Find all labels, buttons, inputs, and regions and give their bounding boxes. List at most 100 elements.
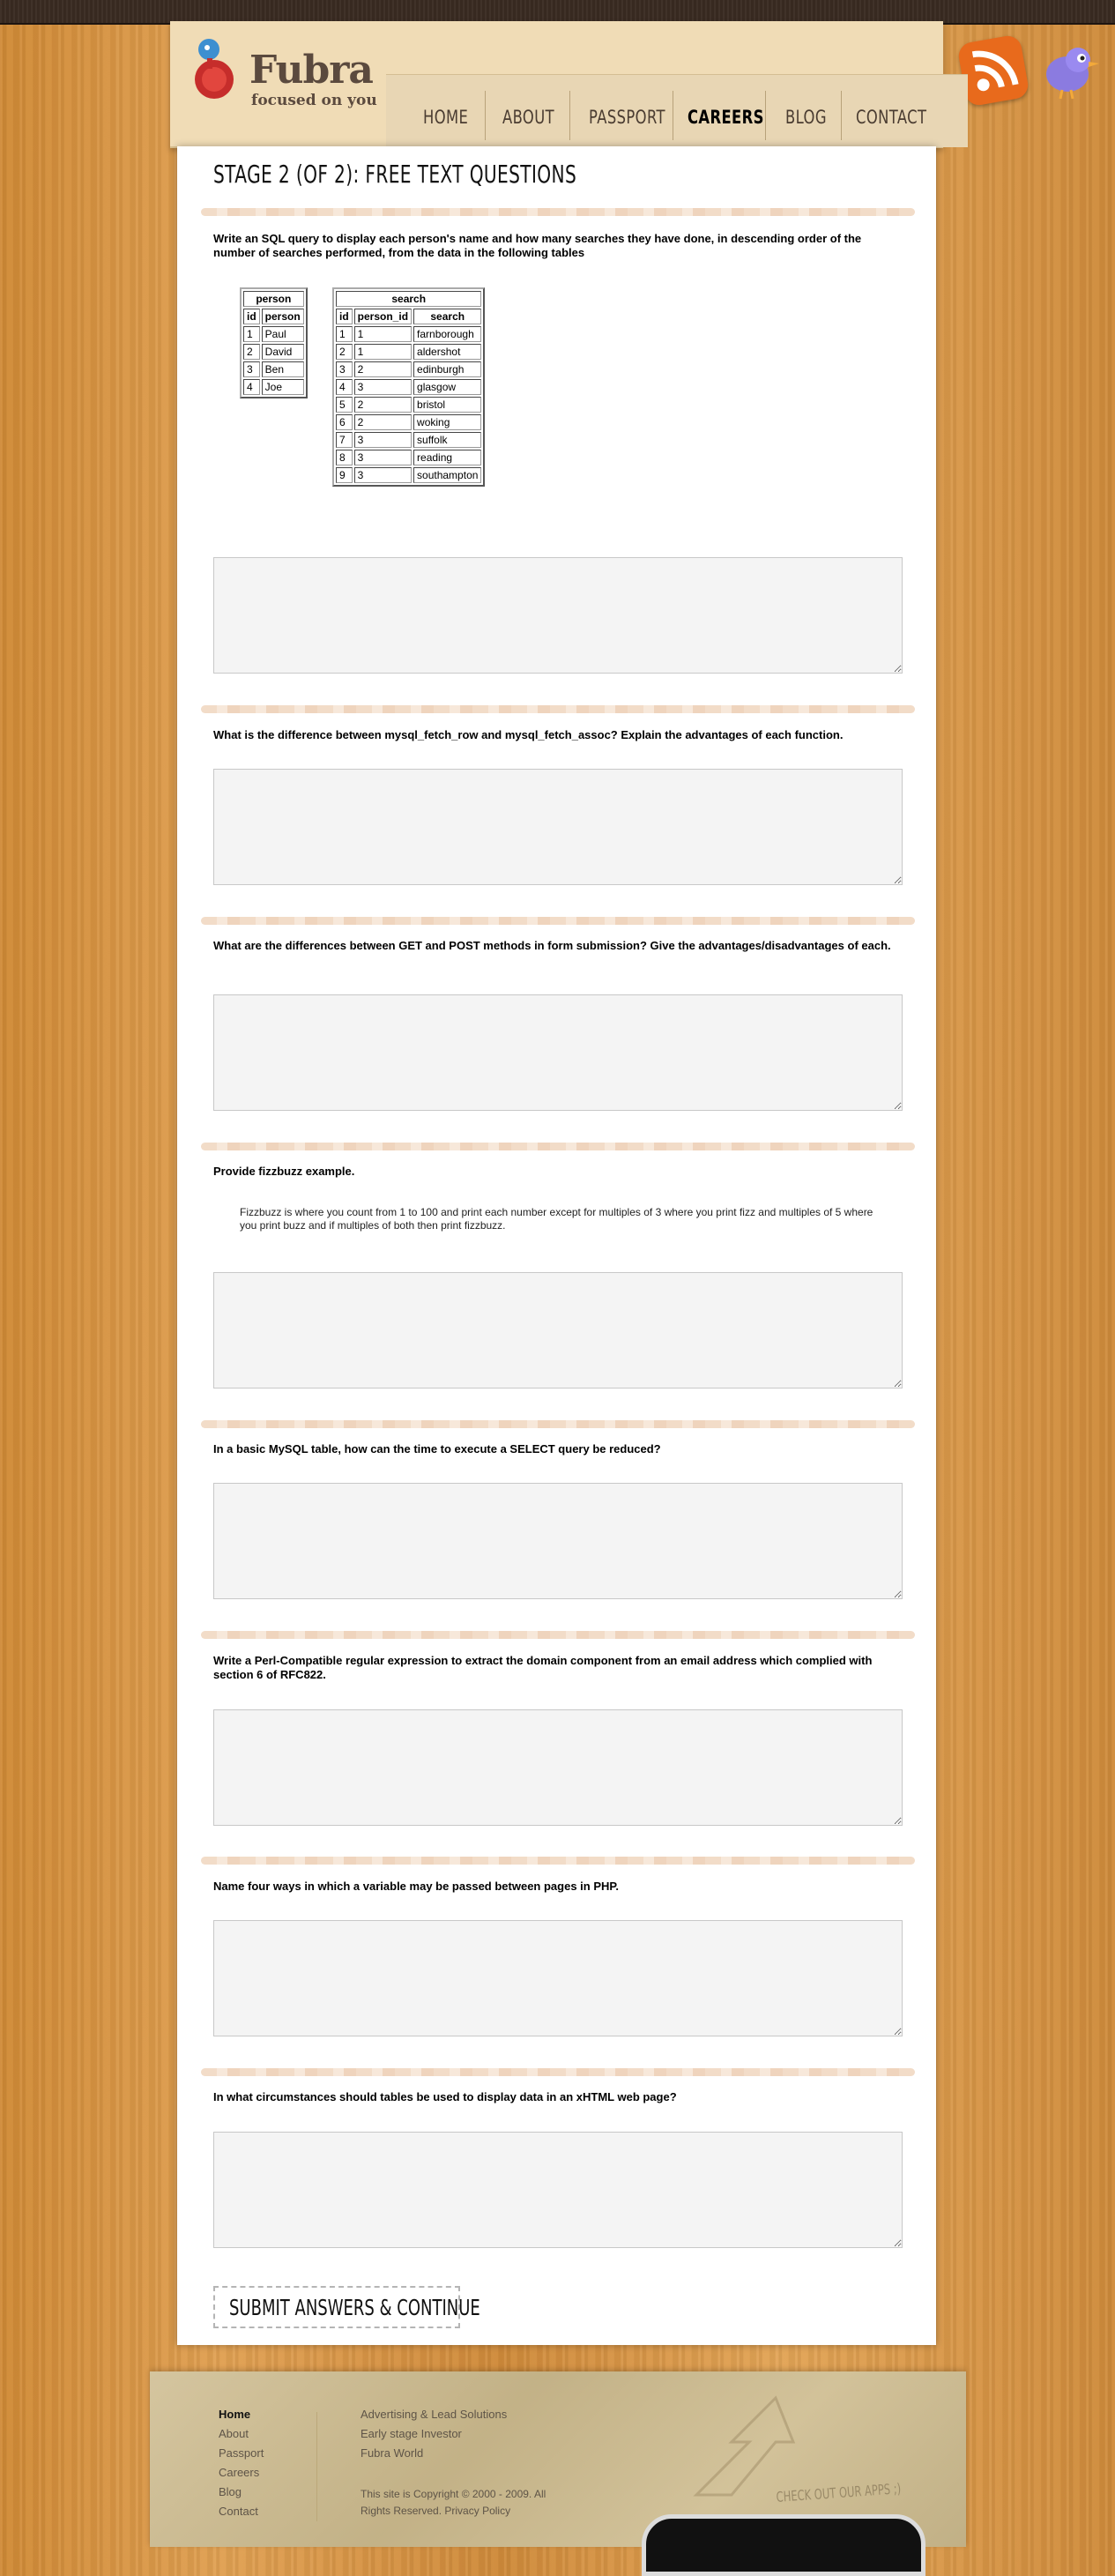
table-header: id [243,309,260,324]
twitter-bird-icon[interactable] [1036,39,1103,101]
table-cell: 1 [336,326,353,342]
table-cell: 4 [243,379,260,395]
footer-link-advertising[interactable]: Advertising & Lead Solutions [361,2408,507,2421]
table-cell: 3 [243,361,260,377]
table-cell: 2 [353,361,413,377]
table-row: 7 3 suffolk [336,432,482,448]
person-table-caption: person [243,291,304,307]
table-cell: Ben [261,361,304,377]
nav-about[interactable]: About [502,100,554,135]
nav-divider [765,91,766,140]
answer-2-textarea[interactable] [213,769,903,885]
privacy-policy-link[interactable]: Privacy Policy [444,2505,510,2517]
table-cell: edinburgh [413,361,482,377]
nav-divider [485,91,486,140]
footer-link-contact[interactable]: Contact [219,2505,258,2518]
table-cell: 7 [336,432,353,448]
footer-link-passport[interactable]: Passport [219,2446,264,2460]
table-cell: southampton [413,467,482,483]
site-header: Fubra focused on you Home About Passport… [170,21,1099,148]
nav-passport[interactable]: Passport [589,100,665,135]
table-cell: 9 [336,467,353,483]
table-header: search [413,309,482,324]
mascot-icon [195,39,234,99]
table-header: person_id [353,309,413,324]
table-cell: 3 [353,467,413,483]
table-cell: 3 [336,361,353,377]
section-divider [201,1143,915,1150]
copyright-line-1: This site is Copyright © 2000 - 2009. Al… [361,2488,546,2500]
footer-link-blog[interactable]: Blog [219,2485,242,2498]
answer-6-textarea[interactable] [213,1709,903,1826]
answer-3-textarea[interactable] [213,994,903,1111]
answer-8-textarea[interactable] [213,2132,903,2248]
nav-divider [569,91,570,140]
fizzbuzz-description: Fizzbuzz is where you count from 1 to 10… [240,1206,873,1232]
table-cell: glasgow [413,379,482,395]
nav-contact[interactable]: Contact [856,100,926,135]
table-row: 1 Paul [243,326,304,342]
table-row: 8 3 reading [336,450,482,465]
table-cell: 3 [353,432,413,448]
table-cell: 2 [336,344,353,360]
table-row: 6 2 woking [336,414,482,430]
footer-divider [316,2412,317,2521]
footer-link-home[interactable]: Home [219,2408,250,2421]
section-divider [201,1420,915,1428]
table-row: 2 1 aldershot [336,344,482,360]
table-cell: 3 [353,450,413,465]
submit-button[interactable]: Submit Answers & Continue [213,2286,480,2328]
table-cell: farnborough [413,326,482,342]
question-8-text: In what circumstances should tables be u… [213,2090,677,2103]
answer-5-textarea[interactable] [213,1483,903,1599]
question-3-text: What are the differences between GET and… [213,939,891,952]
table-cell: 2 [353,414,413,430]
table-cell: 1 [353,326,413,342]
nav-blog[interactable]: Blog [785,100,827,135]
table-header: person [261,309,304,324]
brand-name: Fubra [249,48,374,93]
answer-1-textarea[interactable] [213,557,903,674]
table-cell: 2 [353,397,413,413]
answer-7-textarea[interactable] [213,1920,903,2036]
table-cell: 8 [336,450,353,465]
footer-link-investor[interactable]: Early stage Investor [361,2427,462,2440]
search-table-caption: search [336,291,482,307]
table-cell: bristol [413,397,482,413]
table-cell: Joe [261,379,304,395]
table-cell: 6 [336,414,353,430]
fubra-logo[interactable]: Fubra focused on you [188,34,399,113]
question-7-text: Name four ways in which a variable may b… [213,1880,619,1893]
person-table: person id person 1 Paul 2 David 3 Ben 4 Joe [240,287,308,398]
table-cell: suffolk [413,432,482,448]
answer-4-textarea[interactable] [213,1272,903,1389]
footer-link-careers[interactable]: Careers [219,2466,259,2479]
table-cell: 2 [243,344,260,360]
main-nav: Home About Passport Careers Blog Contact [386,74,968,147]
table-cell: 1 [243,326,260,342]
question-6-text: Write a Perl-Compatible regular expressi… [213,1654,873,1681]
section-divider [201,2068,915,2076]
table-cell: 1 [353,344,413,360]
table-cell: 5 [336,397,353,413]
table-cell: woking [413,414,482,430]
section-divider [201,917,915,925]
table-cell: reading [413,450,482,465]
table-row: 1 1 farnborough [336,326,482,342]
table-row: 3 2 edinburgh [336,361,482,377]
nav-home[interactable]: Home [423,100,468,135]
section-divider [201,1857,915,1865]
nav-careers[interactable]: Careers [688,100,764,135]
footer-link-about[interactable]: About [219,2427,249,2440]
nav-divider [841,91,842,140]
table-header: id [336,309,353,324]
search-table: search id person_id search 1 1 farnborough… [332,287,486,487]
question-4-text: Provide fizzbuzz example. [213,1165,355,1178]
table-row: 2 David [243,344,304,360]
table-row: 9 3 southampton [336,467,482,483]
section-divider [201,1631,915,1639]
table-cell: David [261,344,304,360]
table-cell: Paul [261,326,304,342]
footer-link-fubra-world[interactable]: Fubra World [361,2446,423,2460]
phone-image[interactable] [642,2514,925,2576]
